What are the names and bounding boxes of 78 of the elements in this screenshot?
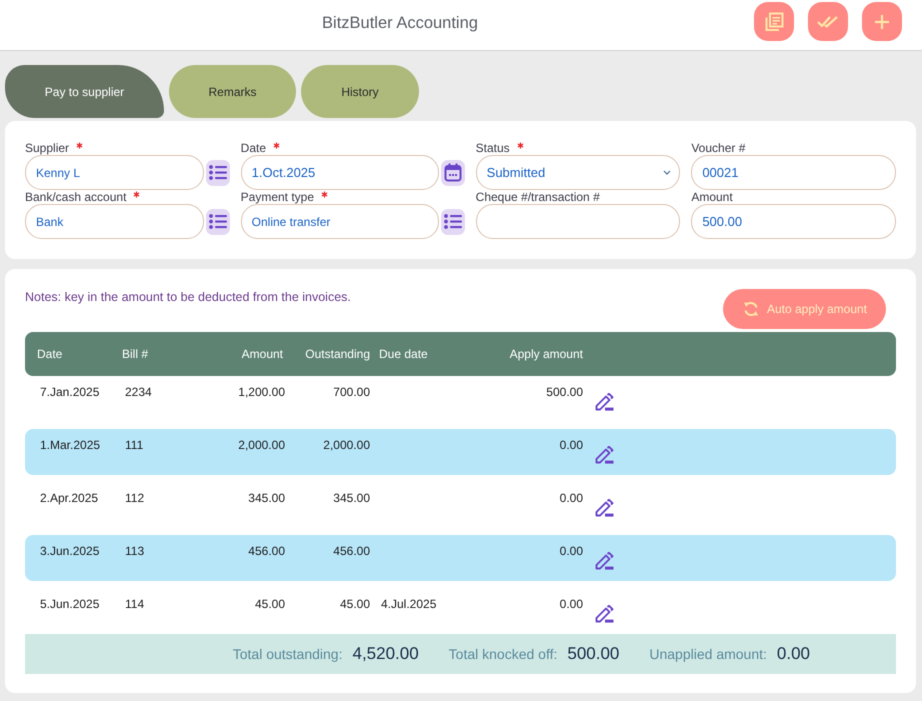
refresh-icon xyxy=(742,300,760,318)
table-cell: 111 xyxy=(125,438,144,452)
table-cell: 45.00 xyxy=(254,597,285,611)
field-label: Voucher # xyxy=(691,141,746,155)
total-label: Total outstanding: xyxy=(232,646,342,662)
tab[interactable]: History xyxy=(301,65,419,118)
column-header: Amount xyxy=(240,347,284,361)
edit-icon[interactable] xyxy=(595,446,614,464)
table-cell: 2,000.00 xyxy=(238,438,285,452)
table-cell: 500.00 xyxy=(546,385,583,399)
table-cell: 2,000.00 xyxy=(323,438,370,452)
total-value: 500.00 xyxy=(567,644,620,664)
table-cell: 700.00 xyxy=(333,385,370,399)
input-field[interactable]: 500.00 xyxy=(691,204,896,239)
edit-icon[interactable] xyxy=(595,499,614,517)
table-cell: 1,200.00 xyxy=(238,385,285,399)
notes-text: Notes: key in the amount to be deducted from the invoices. xyxy=(25,289,351,304)
calendar-icon xyxy=(444,163,462,182)
field-label: Status xyxy=(476,141,510,155)
table-cell: 0.00 xyxy=(560,544,583,558)
table-cell: 114 xyxy=(125,597,144,611)
field-label: Payment type xyxy=(240,190,314,204)
field-label: Cheque #/transaction # xyxy=(476,190,600,204)
total-value: 0.00 xyxy=(776,644,810,664)
input-field[interactable] xyxy=(476,204,680,239)
input-field[interactable]: 1.Oct.2025 xyxy=(240,155,439,190)
double-check-icon xyxy=(817,14,839,28)
table-cell: 345.00 xyxy=(248,491,285,505)
table-cell: 7.Jan.2025 xyxy=(40,385,100,399)
edit-icon[interactable] xyxy=(595,552,614,570)
tab[interactable]: Remarks xyxy=(169,65,296,118)
table-cell: 2.Apr.2025 xyxy=(40,491,98,505)
documents-icon xyxy=(764,12,784,32)
table-cell: 2234 xyxy=(125,385,152,399)
table-cell: 456.00 xyxy=(248,544,285,558)
list-picker-button[interactable] xyxy=(206,160,230,186)
total-label: Unapplied amount: xyxy=(649,646,767,662)
field-label: Date xyxy=(240,141,266,155)
list-picker-button[interactable] xyxy=(206,208,230,234)
edit-icon[interactable] xyxy=(595,605,614,623)
list-icon xyxy=(444,214,462,229)
tab[interactable]: Pay to supplier xyxy=(5,65,164,118)
field-label: Supplier xyxy=(25,141,70,155)
table-cell: 0.00 xyxy=(560,438,583,452)
table-cell: 456.00 xyxy=(333,544,370,558)
column-header: Outstanding xyxy=(304,347,371,361)
field-label: Amount xyxy=(691,190,733,204)
table-cell: 0.00 xyxy=(560,597,583,611)
dropdown-field[interactable]: Submitted xyxy=(476,155,680,190)
column-header: Due date xyxy=(378,347,429,361)
edit-icon[interactable] xyxy=(595,393,614,411)
total-label: Total knocked off: xyxy=(448,646,558,662)
list-picker-button[interactable] xyxy=(440,208,465,234)
date-picker-button[interactable] xyxy=(440,160,465,186)
field-label: Bank/cash account xyxy=(25,190,126,204)
input-field[interactable]: Bank xyxy=(25,204,204,239)
input-field[interactable]: Online transfer xyxy=(240,204,439,239)
plus-icon xyxy=(874,14,890,30)
table-cell: 3.Jun.2025 xyxy=(40,544,100,558)
list-icon xyxy=(208,214,227,229)
input-field[interactable]: 00021 xyxy=(691,155,896,190)
table-cell: 113 xyxy=(125,544,144,558)
table-cell: 0.00 xyxy=(560,491,583,505)
double-check-button[interactable] xyxy=(808,2,848,41)
total-value: 4,520.00 xyxy=(352,644,419,664)
input-field[interactable]: Kenny L xyxy=(25,155,204,190)
table-cell: 112 xyxy=(125,491,144,505)
table-cell: 5.Jun.2025 xyxy=(40,597,100,611)
column-header: Bill # xyxy=(122,347,150,361)
table-cell: 4.Jul.2025 xyxy=(381,597,436,611)
column-header: Date xyxy=(37,347,64,361)
list-icon xyxy=(208,165,227,180)
table-cell: 45.00 xyxy=(340,597,370,611)
table-cell: 1.Mar.2025 xyxy=(40,438,100,452)
table-cell: 345.00 xyxy=(333,491,370,505)
chevron-icon xyxy=(663,170,672,175)
app-title: BitzButler Accounting xyxy=(322,14,478,33)
column-header: Apply amount xyxy=(508,347,583,361)
